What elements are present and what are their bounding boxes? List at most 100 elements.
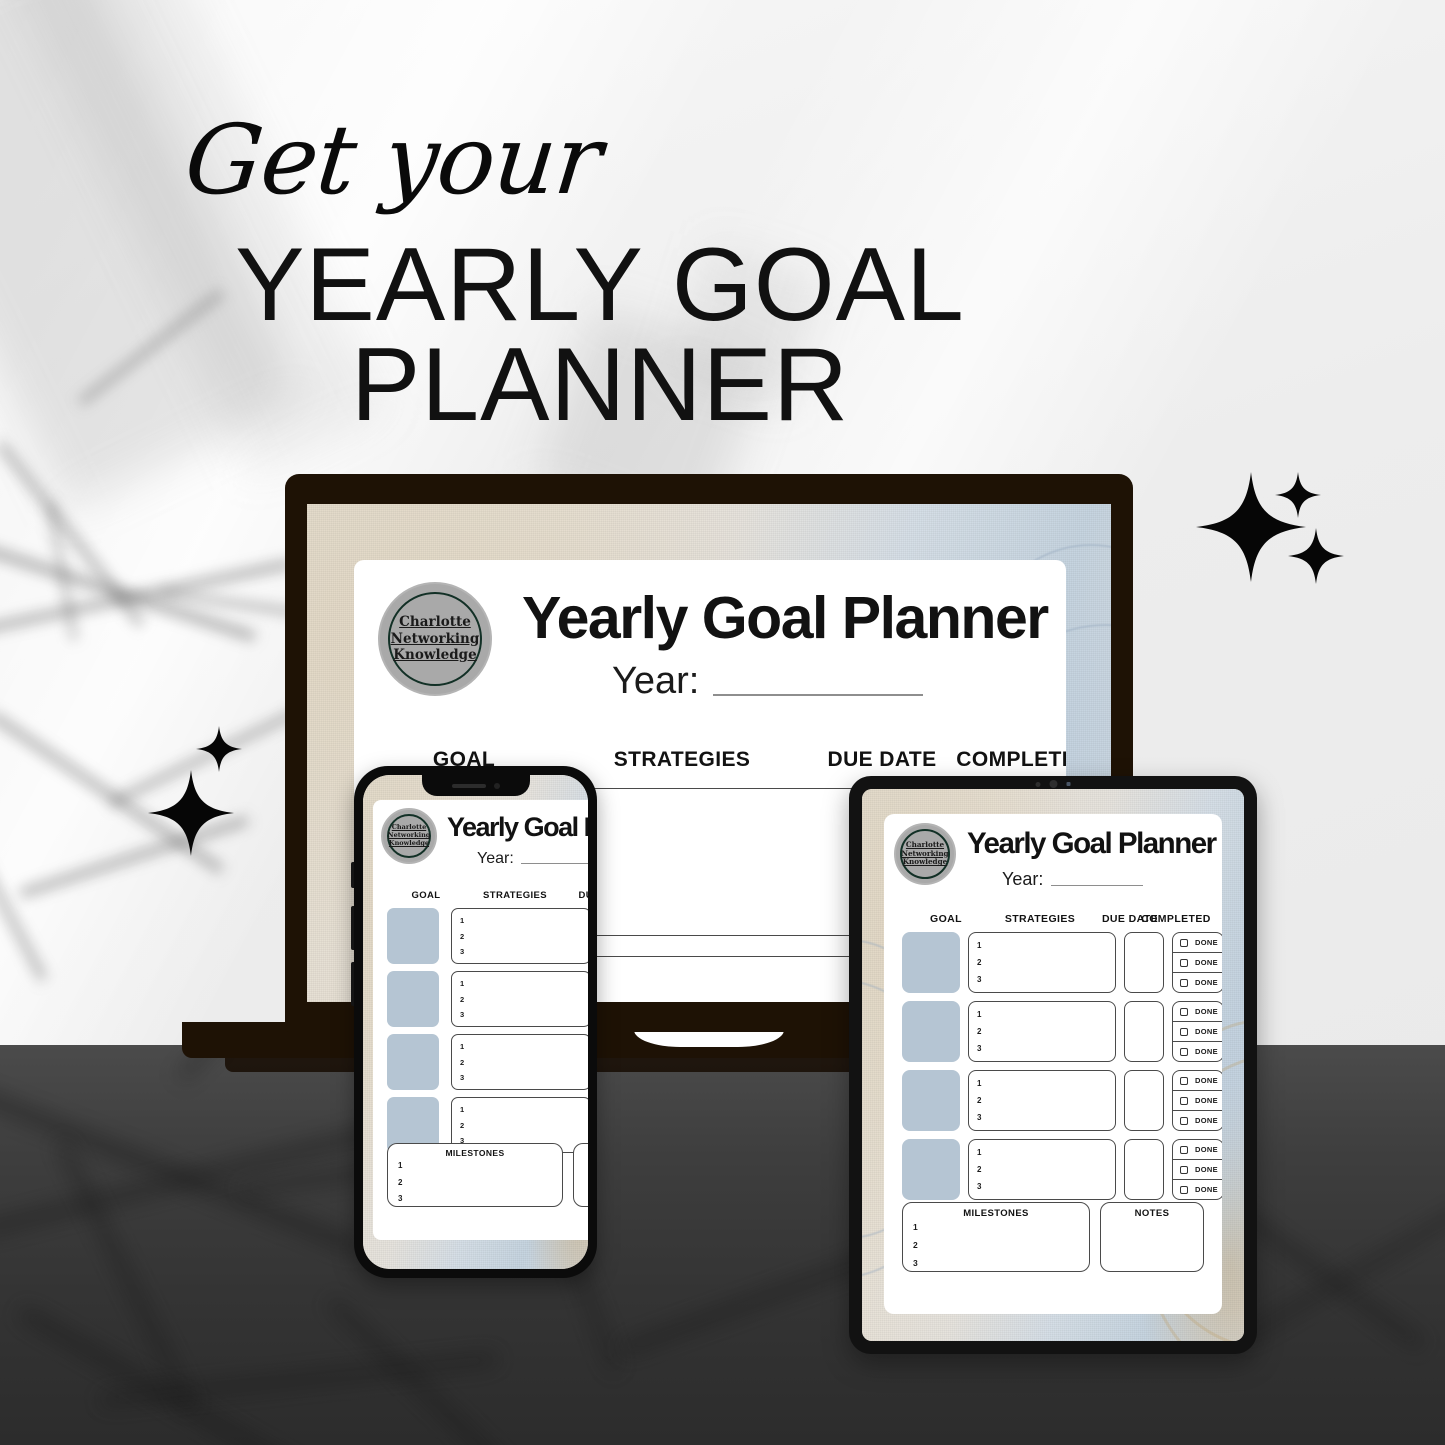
done-label: DONE: [1195, 1076, 1218, 1085]
strategy-number: 1: [977, 1079, 982, 1088]
strategy-number: 3: [977, 975, 982, 984]
done-checkbox[interactable]: [1180, 1047, 1188, 1056]
poster-canvas: Get your YEARLY GOAL PLANNER Charlotte N…: [0, 0, 1445, 1445]
goal-box[interactable]: [902, 1070, 960, 1131]
strategy-number-list: 1 2 3: [977, 1002, 981, 1061]
done-row[interactable]: DONE: [1173, 1002, 1222, 1022]
column-header-strategies: STRATEGIES: [1004, 913, 1076, 925]
sparkle-icon: [1275, 472, 1321, 523]
done-label: DONE: [1195, 1027, 1218, 1036]
done-label: DONE: [1195, 1116, 1218, 1125]
logo-line-2: Networking: [387, 831, 431, 840]
goal-box[interactable]: [387, 971, 439, 1027]
logo-line-2: Networking: [901, 848, 949, 858]
goal-box[interactable]: [902, 1001, 960, 1062]
strategies-box[interactable]: 1 2 3: [968, 1070, 1116, 1131]
milestones-label: MILESTONES: [445, 1148, 505, 1158]
notes-box[interactable]: NOTES: [573, 1143, 588, 1207]
phone-volume-down-button[interactable]: [351, 962, 354, 1006]
year-label: Year:: [477, 850, 514, 867]
due-date-box[interactable]: [1124, 1070, 1164, 1131]
strategies-box[interactable]: 1 2 3: [451, 908, 588, 964]
phone-notch: [421, 775, 530, 796]
due-date-box[interactable]: [1124, 932, 1164, 993]
notes-box[interactable]: NOTES: [1100, 1202, 1204, 1272]
camera-icon: [493, 782, 500, 789]
phone-mockup: Charlotte Networking Knowledge Yearly Go…: [351, 766, 597, 1278]
strategies-box[interactable]: 1 2 3: [968, 932, 1116, 993]
done-checkbox[interactable]: [1180, 1185, 1188, 1194]
goal-box[interactable]: [387, 1034, 439, 1090]
done-checkbox[interactable]: [1180, 1076, 1188, 1085]
done-row[interactable]: DONE: [1173, 933, 1222, 953]
strategy-number: 2: [977, 958, 982, 967]
sparkle-icon: [196, 726, 242, 777]
logo-text: Charlotte Networking Knowledge: [901, 839, 949, 867]
milestone-number: 1: [913, 1222, 918, 1232]
year-label: Year:: [612, 660, 700, 702]
phone-volume-up-button[interactable]: [351, 906, 354, 950]
milestones-box[interactable]: MILESTONES 1 2 3: [902, 1202, 1090, 1272]
done-checkbox[interactable]: [1180, 1165, 1188, 1174]
goal-box[interactable]: [387, 908, 439, 964]
due-date-box[interactable]: [1124, 1139, 1164, 1200]
brand-logo: Charlotte Networking Knowledge: [378, 582, 492, 696]
goal-box[interactable]: [902, 1139, 960, 1200]
strategies-box[interactable]: 1 2 3: [451, 1034, 588, 1090]
done-checkbox[interactable]: [1180, 1007, 1188, 1016]
logo-line-1: Charlotte: [391, 823, 427, 832]
done-label: DONE: [1195, 1165, 1218, 1174]
done-label: DONE: [1195, 938, 1218, 947]
done-row[interactable]: DONE: [1173, 1111, 1222, 1130]
year-input[interactable]: [1051, 885, 1144, 886]
logo-line-1: Charlotte: [905, 839, 945, 849]
phone-mute-button[interactable]: [351, 862, 354, 888]
column-header-completed: COMPLETED: [1141, 913, 1211, 925]
completed-group: DONE DONE DONE: [1172, 1070, 1222, 1131]
strategies-box[interactable]: 1 2 3: [968, 1001, 1116, 1062]
done-row[interactable]: DONE: [1173, 973, 1222, 992]
planner-sheet: Charlotte Networking Knowledge Yearly Go…: [884, 814, 1222, 1314]
done-row[interactable]: DONE: [1173, 1042, 1222, 1061]
strategy-number: 2: [977, 1096, 982, 1105]
due-date-box[interactable]: [1124, 1001, 1164, 1062]
speaker-icon: [451, 783, 486, 788]
done-checkbox[interactable]: [1180, 1145, 1188, 1154]
strategy-number: 3: [977, 1113, 982, 1122]
completed-group: DONE DONE DONE: [1172, 1001, 1222, 1062]
column-header-completed: COMPLETED: [956, 748, 1066, 771]
goal-box[interactable]: [902, 932, 960, 993]
milestones-box[interactable]: MILESTONES 1 2 3: [387, 1143, 563, 1207]
done-label: DONE: [1195, 1145, 1218, 1154]
done-row[interactable]: DONE: [1173, 1091, 1222, 1111]
strategy-number: 1: [977, 1148, 982, 1157]
logo-text: Charlotte Networking Knowledge: [391, 614, 480, 663]
phone-screen: Charlotte Networking Knowledge Yearly Go…: [363, 775, 588, 1269]
strategy-number: 2: [460, 1120, 465, 1130]
done-row[interactable]: DONE: [1173, 953, 1222, 973]
milestone-number: 2: [913, 1240, 918, 1250]
year-input[interactable]: [713, 694, 924, 696]
strategies-box[interactable]: 1 2 3: [968, 1139, 1116, 1200]
year-input[interactable]: [520, 863, 588, 864]
done-row[interactable]: DONE: [1173, 1160, 1222, 1180]
done-label: DONE: [1195, 958, 1218, 967]
strategies-box[interactable]: 1 2 3: [451, 971, 588, 1027]
done-checkbox[interactable]: [1180, 1027, 1188, 1036]
done-row[interactable]: DONE: [1173, 1022, 1222, 1042]
laptop-trackpad-notch: [634, 1030, 784, 1047]
done-row[interactable]: DONE: [1173, 1071, 1222, 1091]
done-checkbox[interactable]: [1180, 958, 1188, 967]
milestone-number: 3: [398, 1194, 403, 1203]
strategy-number: 2: [460, 994, 465, 1004]
done-checkbox[interactable]: [1180, 1116, 1188, 1125]
done-checkbox[interactable]: [1180, 938, 1188, 947]
done-row[interactable]: DONE: [1173, 1140, 1222, 1160]
brand-logo: Charlotte Networking Knowledge: [381, 808, 437, 864]
done-checkbox[interactable]: [1180, 1096, 1188, 1105]
done-row[interactable]: DONE: [1173, 1180, 1222, 1199]
script-subtitle: Get your: [180, 104, 607, 216]
done-checkbox[interactable]: [1180, 978, 1188, 987]
strategy-number: 1: [460, 1041, 465, 1051]
done-label: DONE: [1195, 978, 1218, 987]
